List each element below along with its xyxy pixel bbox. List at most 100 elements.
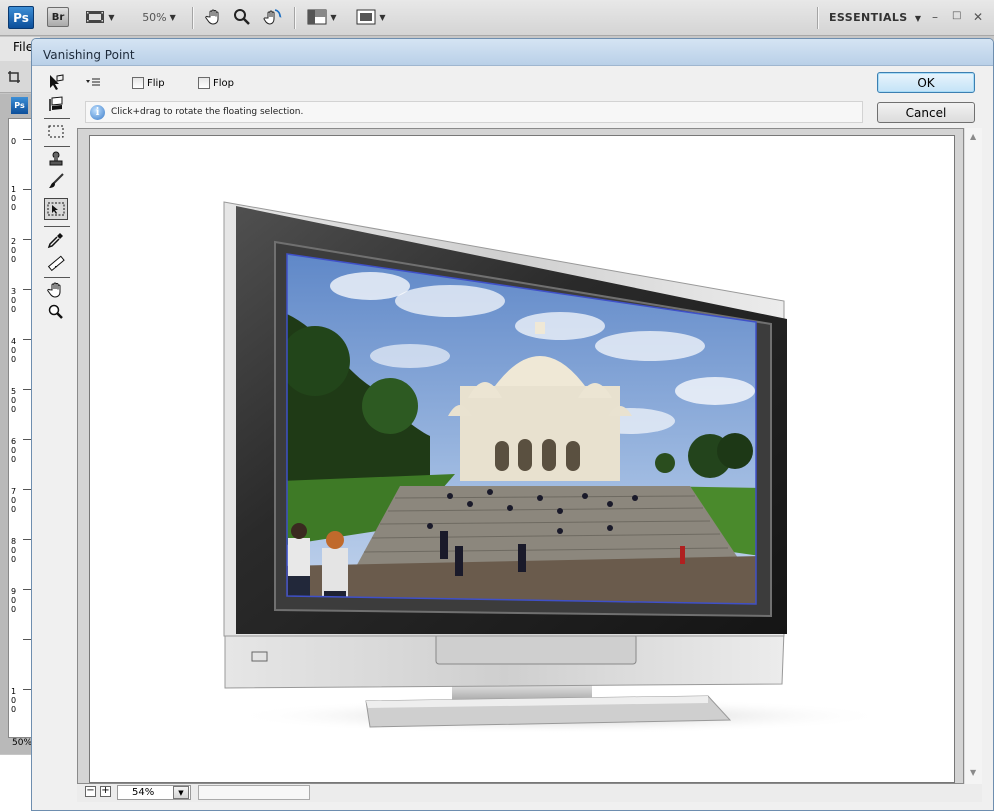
chevron-down-icon: ▼ xyxy=(379,12,386,22)
ruler-tick xyxy=(23,239,31,240)
chevron-down-icon: ▼ xyxy=(330,12,337,22)
ruler-tick xyxy=(23,589,31,590)
ruler-tick xyxy=(23,389,31,390)
zoom-level-value: 50% xyxy=(142,10,167,24)
rotate-view-button[interactable] xyxy=(260,6,284,28)
zoom-in-button[interactable]: + xyxy=(100,786,111,797)
bridge-button[interactable]: Br xyxy=(47,7,69,27)
stamp-tool[interactable] xyxy=(44,148,68,170)
stamp-icon xyxy=(49,151,63,166)
divider xyxy=(817,7,818,29)
rotate-hand-icon xyxy=(263,9,282,25)
vertical-scrollbar[interactable]: ▲ ▼ xyxy=(964,128,982,784)
arrange-documents-button[interactable]: ▼ xyxy=(304,6,340,28)
measure-icon xyxy=(47,255,65,272)
brush-tool[interactable] xyxy=(44,170,68,192)
chevron-down-icon: ▼ xyxy=(178,789,184,797)
brush-icon xyxy=(49,173,64,188)
panel-menu-button[interactable] xyxy=(85,77,101,90)
create-plane-icon xyxy=(49,96,63,111)
preview-canvas[interactable] xyxy=(89,135,955,783)
ruler-label: 400 xyxy=(11,337,17,364)
ruler-tick xyxy=(23,639,31,640)
info-bar: i Click+drag to rotate the floating sele… xyxy=(85,101,863,123)
screen-mode-button[interactable]: ▼ xyxy=(353,6,389,28)
ruler-label: 0 xyxy=(11,137,17,146)
edit-plane-icon xyxy=(50,74,64,90)
measure-tool[interactable] xyxy=(44,252,68,274)
zoom-out-button[interactable]: − xyxy=(85,786,96,797)
zoom-level-dropdown[interactable]: 50% ▼ xyxy=(135,6,183,28)
scroll-down-icon[interactable]: ▼ xyxy=(970,768,976,777)
tv-screen-image xyxy=(223,201,890,734)
workspace-switcher[interactable]: ESSENTIALS ▼ xyxy=(829,11,921,24)
ruler-tick xyxy=(23,439,31,440)
hand-icon xyxy=(205,9,219,25)
preview-area xyxy=(77,128,964,784)
divider xyxy=(192,7,193,29)
close-button[interactable]: ✕ xyxy=(973,10,983,24)
zoom-dropdown-button[interactable]: ▼ xyxy=(173,786,189,799)
ok-button[interactable]: OK xyxy=(877,72,975,93)
flyout-menu-icon xyxy=(86,78,100,86)
ruler-tick xyxy=(23,289,31,290)
transform-icon xyxy=(47,202,65,216)
ruler-label: 900 xyxy=(11,587,17,614)
ruler-label: 200 xyxy=(11,237,17,264)
dialog-title: Vanishing Point xyxy=(43,48,135,62)
eyedropper-tool[interactable] xyxy=(44,229,68,251)
ruler-tick xyxy=(23,489,31,490)
chevron-down-icon: ▼ xyxy=(108,12,115,22)
divider xyxy=(44,226,70,227)
ruler-tick xyxy=(23,189,31,190)
ruler-label: 500 xyxy=(11,387,17,414)
chevron-down-icon: ▼ xyxy=(169,12,176,22)
document-zoom-readout: 50% xyxy=(12,738,33,748)
hand-tool-button[interactable] xyxy=(203,6,225,28)
arrange-icon xyxy=(307,9,327,25)
checkbox-box[interactable] xyxy=(198,77,210,89)
horizontal-scrollbar[interactable] xyxy=(198,785,310,800)
flip-checkbox[interactable]: Flip xyxy=(132,77,165,89)
restore-button[interactable]: □ xyxy=(952,10,961,21)
vertical-ruler: 0 100 200 300 400 500 600 700 800 900 10… xyxy=(8,118,32,738)
scroll-up-icon[interactable]: ▲ xyxy=(970,132,976,141)
minimize-button[interactable]: – xyxy=(932,10,938,24)
eyedropper-icon xyxy=(47,233,63,249)
divider xyxy=(294,7,295,29)
ruler-label: 700 xyxy=(11,487,17,514)
film-icon xyxy=(86,11,105,23)
ruler-label: 600 xyxy=(11,437,17,464)
magnifier-icon xyxy=(234,9,250,25)
ruler-label: 300 xyxy=(11,287,17,314)
hand-tool[interactable] xyxy=(44,279,68,301)
divider xyxy=(44,118,70,119)
dialog-title-bar[interactable]: Vanishing Point xyxy=(32,39,993,66)
ruler-tick xyxy=(23,339,31,340)
divider xyxy=(44,146,70,147)
hand-icon xyxy=(47,282,61,298)
checkbox-box[interactable] xyxy=(132,77,144,89)
zoom-bar: − + 54% ▼ xyxy=(77,784,982,802)
document-ps-icon: Ps xyxy=(11,97,28,114)
edit-plane-tool[interactable] xyxy=(44,71,68,93)
transform-tool[interactable] xyxy=(44,198,68,220)
view-extras-button[interactable]: ▼ xyxy=(82,6,118,28)
zoom-tool[interactable] xyxy=(44,301,68,323)
ruler-label: 100 xyxy=(11,185,17,212)
create-plane-tool[interactable] xyxy=(44,93,68,115)
application-bar: Ps Br ▼ 50% ▼ ▼ ▼ ESSENTIALS ▼ – □ ✕ xyxy=(0,0,994,36)
cancel-button[interactable]: Cancel xyxy=(877,102,975,123)
crop-icon[interactable] xyxy=(7,70,21,84)
ruler-tick xyxy=(23,539,31,540)
screen-mode-icon xyxy=(356,9,376,25)
photoshop-logo[interactable]: Ps xyxy=(8,6,34,29)
tool-panel xyxy=(42,69,72,329)
zoom-icon xyxy=(48,304,63,319)
marquee-icon xyxy=(48,125,64,138)
ruler-tick xyxy=(23,689,31,690)
info-text: Click+drag to rotate the floating select… xyxy=(111,107,304,117)
flop-checkbox[interactable]: Flop xyxy=(198,77,234,89)
marquee-tool[interactable] xyxy=(44,121,68,143)
zoom-tool-button[interactable] xyxy=(231,6,253,28)
